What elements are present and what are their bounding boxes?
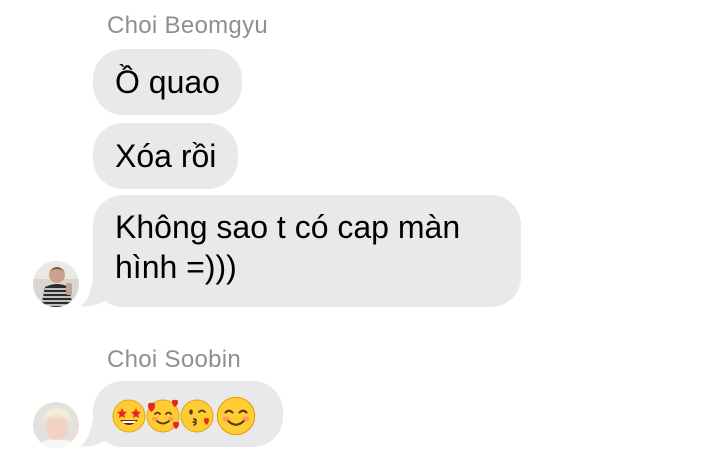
bubble-tail [80,422,106,447]
sender-name-beomgyu: Choi Beomgyu [107,12,269,39]
bubble-tail [80,282,106,307]
message-text-line: Không sao t có cap màn [115,209,461,245]
smiling-face-emoji [216,396,256,435]
soobin-avatar[interactable] [33,402,79,448]
face-blowing-kiss-emoji [180,399,214,433]
message-text-line: hình =))) [115,249,237,285]
message-bubble[interactable] [93,381,283,447]
star-struck-emoji [112,399,146,433]
smiling-face-with-hearts-emoji [146,399,180,433]
message-bubble[interactable]: Không sao t có cap màn hình =))) [93,195,521,307]
message-bubble[interactable]: Xóa rồi [93,123,239,189]
sender-name-soobin: Choi Soobin [107,346,242,373]
message-text: Xóa rồi [115,138,217,174]
message-text: Ồ quao [115,64,220,100]
beomgyu-avatar[interactable] [33,261,79,307]
message-bubble[interactable]: Ồ quao [93,49,242,115]
